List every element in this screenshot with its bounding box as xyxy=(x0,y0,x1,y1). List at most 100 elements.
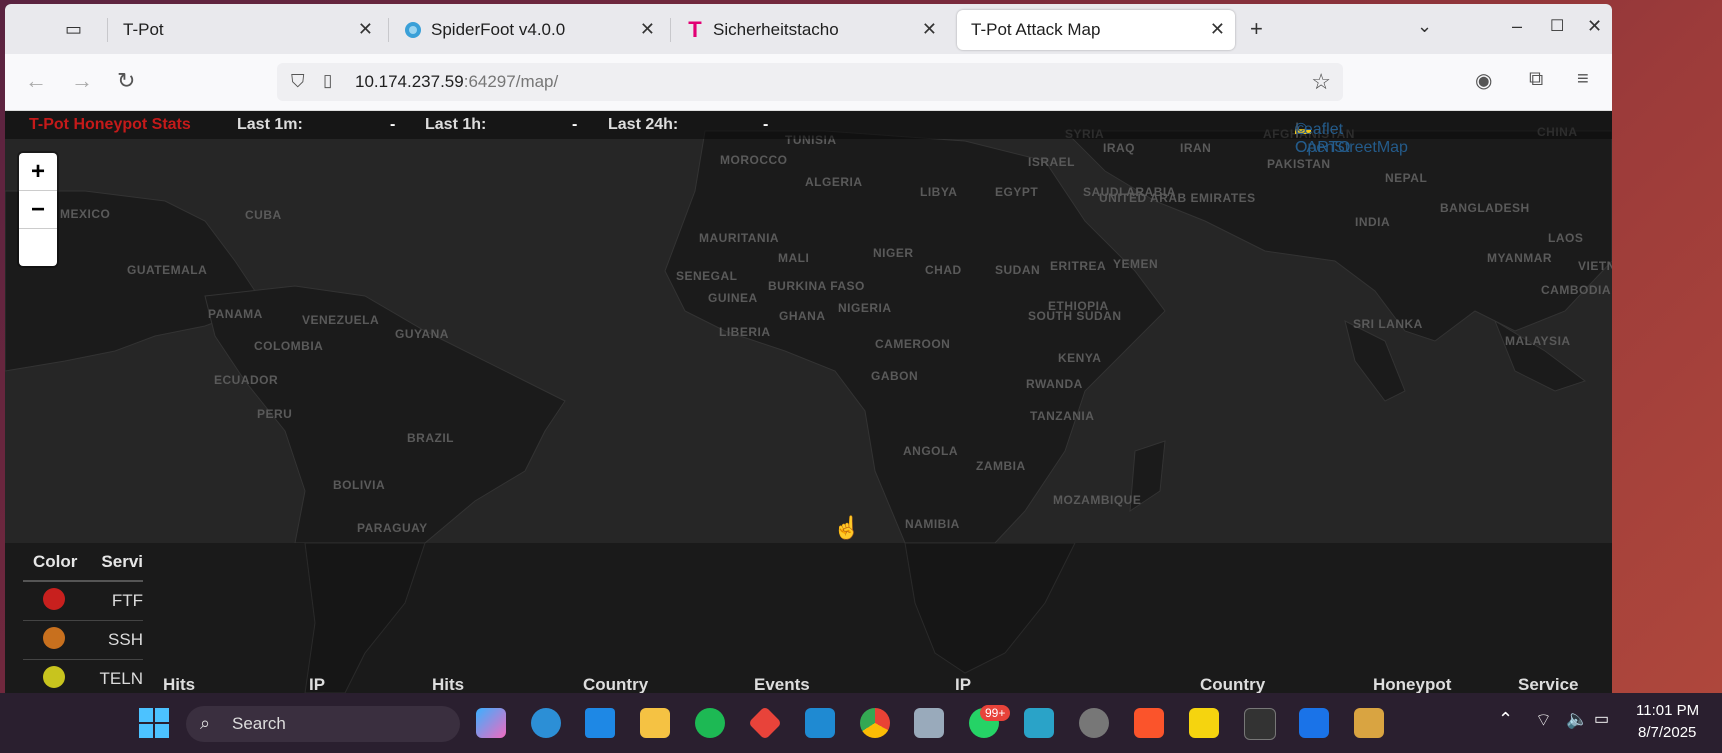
map-label: MAURITANIA xyxy=(699,231,780,245)
zoom-out-button[interactable]: − xyxy=(19,191,57,229)
brave-icon[interactable] xyxy=(1134,708,1164,738)
carto-link[interactable]: © CARTO xyxy=(1295,121,1350,157)
new-tab-icon[interactable]: + xyxy=(1250,16,1263,42)
tab-bar: ▭ T-Pot ✕ SpiderFoot v4.0.0 ✕ T Sicherhe… xyxy=(5,4,1612,54)
col-header-hits: Hits xyxy=(432,675,465,693)
map-label: YEMEN xyxy=(1113,257,1159,271)
tab-label: SpiderFoot v4.0.0 xyxy=(431,20,566,39)
chrome-icon[interactable] xyxy=(860,708,890,738)
copilot-icon[interactable] xyxy=(476,708,506,738)
map-label: LAOS xyxy=(1548,231,1584,245)
menu-icon[interactable]: ≡ xyxy=(1577,68,1589,91)
reload-icon[interactable]: ↻ xyxy=(117,68,135,94)
account-icon[interactable]: ◉ xyxy=(1475,68,1492,93)
taskbar-search[interactable]: ⌕ Search xyxy=(186,706,460,742)
last-24h-label: Last 24h: xyxy=(608,116,679,133)
clock-date[interactable]: 8/7/2025 xyxy=(1638,724,1696,741)
map-label: KENYA xyxy=(1058,351,1102,365)
terminal-icon[interactable] xyxy=(1244,708,1276,740)
last-24h-value: - xyxy=(763,116,769,133)
vs-app-icon[interactable] xyxy=(1024,708,1054,738)
attack-map[interactable]: TUNISIAMOROCCOALGERIALIBYAEGYPTSYRIAIRAQ… xyxy=(5,111,1612,617)
spotify-icon[interactable] xyxy=(695,708,725,738)
back-icon[interactable]: ← xyxy=(25,68,47,94)
tab-manager-icon[interactable]: ▭ xyxy=(65,19,87,39)
tab-label: T-Pot Attack Map xyxy=(971,20,1101,39)
app-gear-icon[interactable] xyxy=(1079,708,1109,738)
defender-icon[interactable] xyxy=(1299,708,1329,738)
col-header-events: Events xyxy=(754,675,810,693)
world-map-land-lower xyxy=(304,543,1076,693)
tab-tpot[interactable]: T-Pot ✕ xyxy=(123,10,383,50)
battery-icon[interactable]: ▭ xyxy=(1594,709,1609,729)
url-text[interactable]: 10.174.237.59:64297/map/ xyxy=(355,72,558,92)
minimize-icon[interactable]: – xyxy=(1512,16,1522,37)
shield-icon[interactable]: ⛉ xyxy=(291,71,305,92)
media-icon[interactable] xyxy=(585,708,615,738)
map-label: ERITREA xyxy=(1050,259,1107,273)
close-icon[interactable]: ✕ xyxy=(922,19,937,40)
map-label: LIBERIA xyxy=(719,325,771,339)
tab-label: T-Pot xyxy=(123,20,164,39)
map-label: MOZAMBIQUE xyxy=(1053,493,1142,507)
tab-sicherheitstacho[interactable]: T Sicherheitstacho ✕ xyxy=(685,10,947,50)
map-label: MALAYSIA xyxy=(1505,334,1571,348)
legend-color-swatch xyxy=(23,665,100,693)
legend-service-label: TELN xyxy=(99,669,143,688)
map-label: ANGOLA xyxy=(903,444,958,458)
sticky-notes-icon[interactable] xyxy=(1189,708,1219,738)
stats-bar: T-Pot Honeypot Stats Last 1m: - Last 1h:… xyxy=(5,111,1612,156)
map-label: SRI LANKA xyxy=(1353,317,1423,331)
map-label: GUYANA xyxy=(395,327,449,341)
map-label: VIETNAM xyxy=(1578,259,1612,273)
tab-tpot-attack-map[interactable]: T-Pot Attack Map ✕ xyxy=(957,10,1235,50)
map-label: SOUTH SUDAN xyxy=(1028,309,1122,323)
extensions-icon[interactable]: ⧉ xyxy=(1529,68,1543,91)
map-label: NIGER xyxy=(873,246,914,260)
clock-time[interactable]: 11:01 PM xyxy=(1636,702,1699,719)
col-header-country: Country xyxy=(1200,675,1266,693)
windows-taskbar: ⌕ Search 99+ ⌃ ⌔ 🔈 ▭ 11:01 PM 8/7/2025 xyxy=(0,693,1722,753)
zoom-in-button[interactable]: + xyxy=(19,153,57,191)
map-label: EGYPT xyxy=(995,185,1039,199)
x64dbg-icon[interactable] xyxy=(1354,708,1384,738)
tab-spiderfoot[interactable]: SpiderFoot v4.0.0 ✕ xyxy=(403,10,665,50)
url-bar[interactable]: ⛉ ▯ 10.174.237.59:64297/map/ ☆ xyxy=(277,63,1343,101)
file-explorer-icon[interactable] xyxy=(640,708,670,738)
zoom-extra-button[interactable] xyxy=(19,229,57,266)
map-label: MYANMAR xyxy=(1487,251,1553,265)
map-label: GHANA xyxy=(779,309,826,323)
map-label: SUDAN xyxy=(995,263,1041,277)
telekom-icon: T xyxy=(688,17,702,42)
map-label: BOLIVIA xyxy=(333,478,386,492)
col-header-country: Country xyxy=(583,675,649,693)
map-label: BRAZIL xyxy=(407,431,454,445)
map-label: NEPAL xyxy=(1385,171,1428,185)
wifi-icon[interactable]: ⌔ xyxy=(1535,709,1552,732)
app-window-icon[interactable] xyxy=(914,708,944,738)
stats-title: T-Pot Honeypot Stats xyxy=(29,116,191,133)
tab-separator xyxy=(670,18,671,42)
map-label: SENEGAL xyxy=(676,269,738,283)
list-tabs-chevron-icon[interactable]: ⌄ xyxy=(1417,16,1432,37)
tray-chevron-icon[interactable]: ⌃ xyxy=(1498,709,1513,730)
close-icon[interactable]: ✕ xyxy=(640,19,655,40)
edge-icon[interactable] xyxy=(531,708,561,738)
app-diamond-icon[interactable] xyxy=(748,706,782,740)
page-content: TUNISIAMOROCCOALGERIALIBYAEGYPTSYRIAIRAQ… xyxy=(5,111,1612,693)
forward-icon[interactable]: → xyxy=(71,68,93,94)
last-1m-label: Last 1m: xyxy=(237,116,303,133)
page-info-icon[interactable]: ▯ xyxy=(323,71,332,91)
start-icon[interactable] xyxy=(139,708,169,738)
volume-icon[interactable]: 🔈 xyxy=(1566,709,1588,730)
map-label: IRAN xyxy=(1180,141,1212,155)
close-icon[interactable]: ✕ xyxy=(1210,19,1225,40)
close-icon[interactable]: ✕ xyxy=(358,19,373,40)
bookmark-star-icon[interactable]: ☆ xyxy=(1311,69,1331,95)
legend-service-label: FTF xyxy=(111,591,143,610)
maximize-icon[interactable]: ☐ xyxy=(1550,16,1564,36)
window-close-icon[interactable]: ✕ xyxy=(1587,16,1602,37)
vscode-icon[interactable] xyxy=(805,708,835,738)
map-label: CUBA xyxy=(245,208,282,222)
col-header-honeypot: Honeypot xyxy=(1373,675,1452,693)
